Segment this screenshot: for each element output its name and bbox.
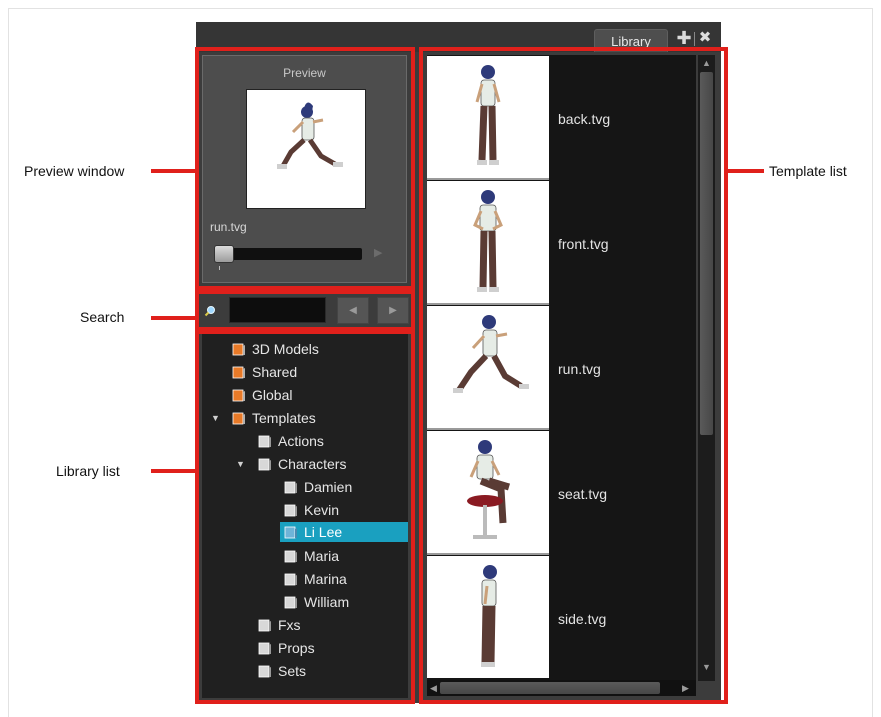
template-list-highlight: [419, 47, 728, 704]
tab-separator: [694, 32, 695, 46]
close-icon[interactable]: ✖: [697, 27, 713, 49]
plus-icon[interactable]: ✚: [676, 27, 692, 49]
page-frame-left: [8, 8, 9, 717]
leader-template-list: [728, 169, 764, 173]
leader-library-list: [151, 469, 195, 473]
callout-template-list: Template list: [769, 163, 847, 179]
leader-preview-window: [151, 169, 195, 173]
library-list-highlight: [195, 330, 415, 704]
page-frame-top: [8, 8, 873, 9]
leader-search: [151, 316, 195, 320]
callout-preview-window: Preview window: [24, 163, 125, 179]
page-frame-right: [872, 8, 873, 717]
callout-library-list: Library list: [56, 463, 120, 479]
preview-highlight: [195, 47, 415, 290]
search-highlight: [195, 290, 415, 331]
callout-search: Search: [80, 309, 125, 325]
